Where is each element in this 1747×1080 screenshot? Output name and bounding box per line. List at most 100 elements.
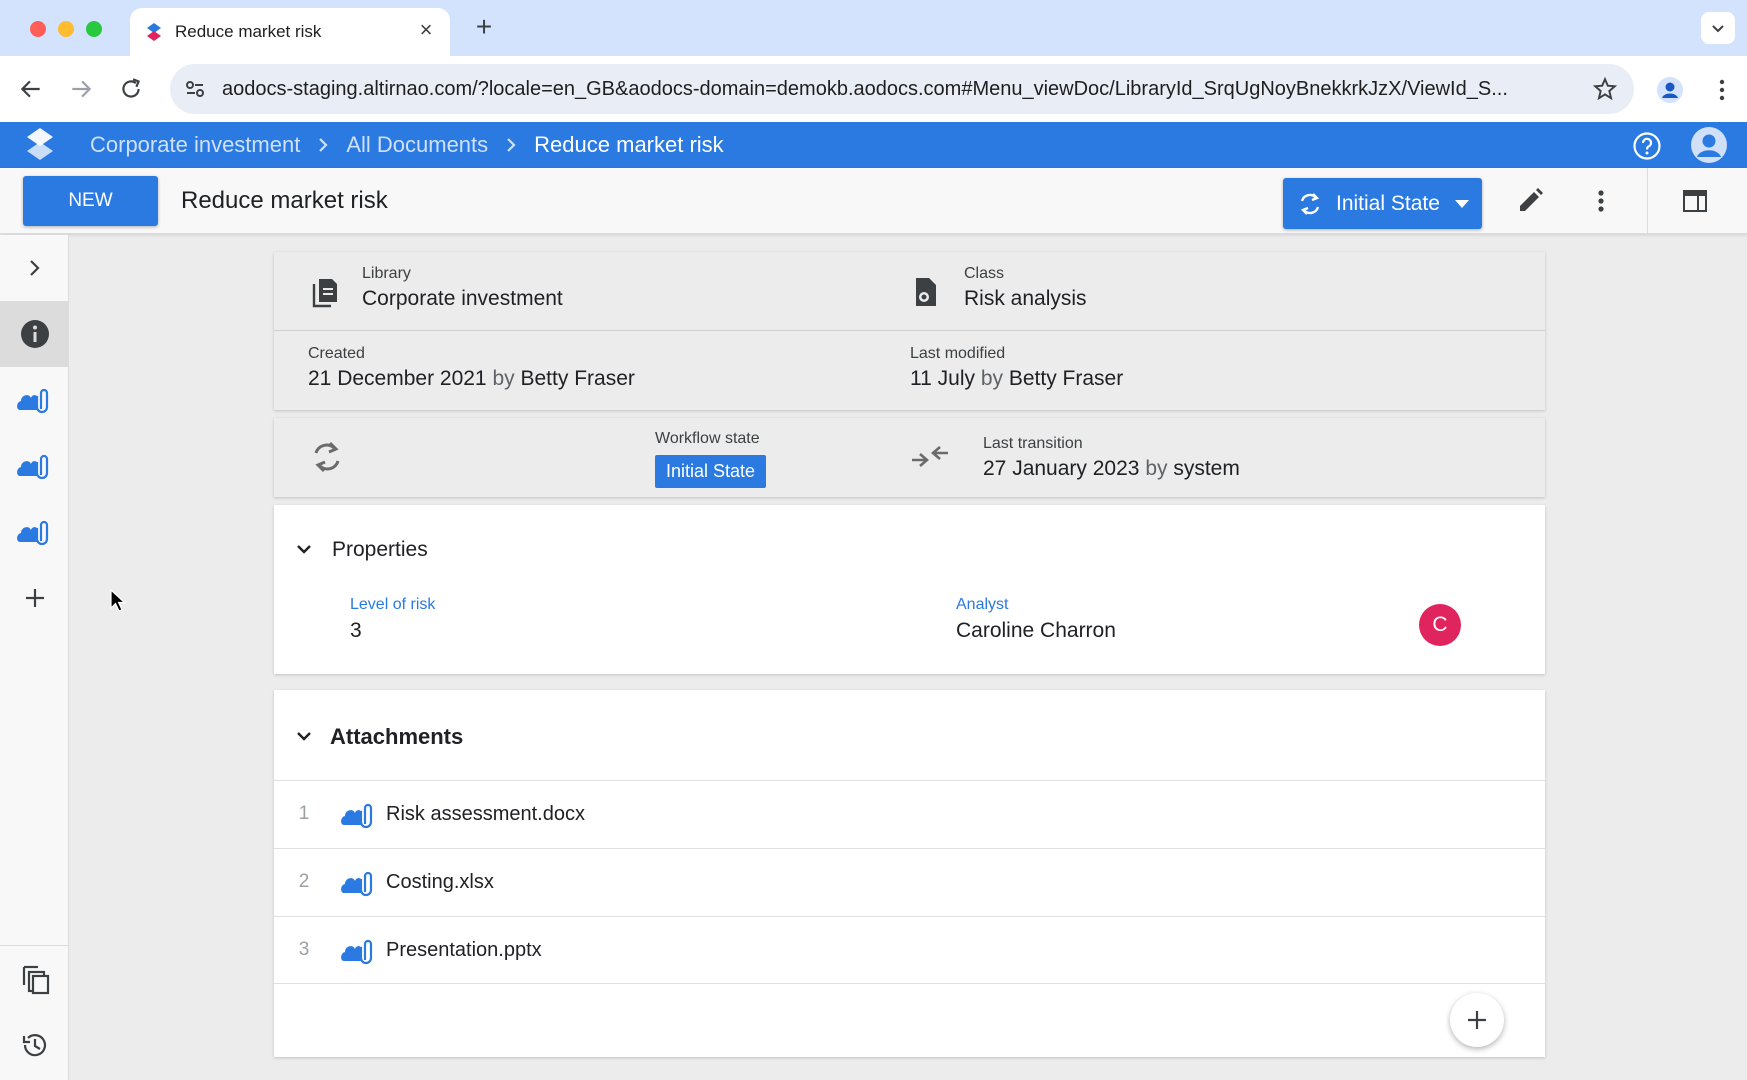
breadcrumb-library[interactable]: Corporate investment [90,132,300,158]
created-value: 21 December 2021 by Betty Fraser [308,367,635,391]
chevron-right-icon [496,122,526,168]
created-label: Created [308,345,365,362]
help-icon[interactable] [1632,131,1662,161]
transition-by: system [1173,457,1240,480]
modified-value: 11 July by Betty Fraser [910,367,1123,391]
layout-panel-icon[interactable] [1680,186,1710,216]
chevron-down-icon[interactable] [294,539,314,559]
class-icon [916,278,936,306]
window-minimize-button[interactable] [58,21,74,37]
window-maximize-button[interactable] [86,21,102,37]
history-button[interactable] [0,1012,69,1078]
properties-card: Properties Level of risk 3 Analyst Carol… [274,505,1545,674]
class-label: Class [964,265,1005,282]
caret-down-icon [1455,200,1469,208]
attachment-row[interactable]: 1 Risk assessment.docx [274,780,1545,848]
bookmark-star-icon[interactable] [1592,76,1618,102]
chevron-right-icon [29,260,40,276]
chevron-right-icon [308,122,338,168]
analyst-value: Caroline Charron [956,619,1116,642]
breadcrumb-document: Reduce market risk [534,132,724,157]
document-toolbar: NEW Reduce market risk Initial State [0,168,1747,234]
new-tab-icon[interactable]: + [470,13,498,42]
add-icon [25,589,44,607]
chevron-down-icon[interactable] [294,726,314,746]
properties-header[interactable]: Properties [274,505,1545,591]
aodocs-favicon-icon [147,23,161,41]
info-icon [20,320,49,348]
address-bar[interactable]: aodocs-staging.altirnao.com/?locale=en_G… [170,64,1634,114]
account-icon[interactable] [1690,126,1728,164]
workflow-state-button[interactable]: Initial State [1283,178,1482,229]
tab-title: Reduce market risk [175,22,322,41]
attachment-name[interactable]: Risk assessment.docx [386,803,585,826]
workflow-state-label: Workflow state [655,430,760,447]
attachment-name[interactable]: Presentation.pptx [386,939,542,962]
created-modified-row: Created 21 December 2021 by Betty Fraser… [274,331,1545,410]
reload-icon[interactable] [118,76,144,102]
workflow-state-chip: Initial State [655,455,767,488]
browser-tab[interactable]: Reduce market risk × [130,8,450,56]
attachment-shortcut-1[interactable] [0,367,69,433]
workflow-sync-icon [314,441,340,473]
level-of-risk-value: 3 [350,619,362,642]
breadcrumb-view[interactable]: All Documents [346,132,488,158]
back-icon[interactable] [18,76,44,102]
attachment-row[interactable]: 2 Costing.xlsx [274,848,1545,916]
attachments-title: Attachments [330,724,464,749]
created-date: 21 December 2021 [308,367,487,390]
transition-by-word: by [1145,457,1168,480]
edit-icon[interactable] [1515,186,1545,216]
attachment-row[interactable]: 3 Presentation.pptx [274,916,1545,984]
history-icon [22,1034,46,1057]
copy-icon [22,965,49,995]
cloud-attachment-icon [341,939,373,965]
library-value: Corporate investment [362,287,563,310]
forward-icon[interactable] [68,76,94,102]
window-close-button[interactable] [30,21,46,37]
info-button[interactable] [0,301,69,367]
library-class-row: Library Corporate investment Class Risk … [274,252,1545,331]
add-icon [1468,1011,1486,1029]
modified-by-word: by [980,367,1004,390]
chevron-down-icon [1712,25,1724,33]
more-vert-icon[interactable] [1586,186,1616,216]
app-header: Corporate investment All Documents Reduc… [0,122,1747,168]
modified-label: Last modified [910,345,1006,362]
toolbar-divider [1647,168,1648,234]
attachments-header[interactable]: Attachments [274,690,1545,776]
tab-search-button[interactable] [1701,12,1735,44]
add-button[interactable] [0,565,69,631]
add-attachment-button[interactable] [1450,993,1504,1047]
cloud-attachment-icon [16,520,48,546]
mouse-cursor-icon [110,589,126,612]
browser-tab-bar: Reduce market risk × + [0,0,1747,56]
cloud-attachment-icon [16,454,48,480]
class-value: Risk analysis [964,287,1087,310]
created-by-word: by [492,367,515,390]
expand-panel-button[interactable] [0,235,69,301]
profile-icon[interactable] [1656,76,1684,104]
attachment-shortcut-2[interactable] [0,433,69,499]
attachment-number: 2 [298,871,310,892]
new-button[interactable]: NEW [23,176,158,226]
modified-by: Betty Fraser [1008,367,1124,390]
transition-arrows-icon [912,446,948,467]
site-settings-icon[interactable] [184,78,206,100]
tab-close-icon[interactable]: × [414,18,438,42]
analyst-label: Analyst [956,596,1009,613]
attachment-name[interactable]: Costing.xlsx [386,871,494,894]
aodocs-logo-icon[interactable] [24,126,56,164]
document-info-card: Library Corporate investment Class Risk … [274,252,1545,410]
browser-toolbar: aodocs-staging.altirnao.com/?locale=en_G… [0,56,1747,122]
copy-button[interactable] [0,946,69,1012]
last-transition-label: Last transition [983,435,1083,452]
cloud-attachment-icon [341,803,373,829]
analyst-avatar[interactable]: C [1419,604,1461,646]
browser-menu-icon[interactable] [1712,76,1732,104]
transition-date: 27 January 2023 [983,457,1140,480]
cloud-attachment-icon [341,871,373,897]
attachments-card: Attachments 1 Risk assessment.docx 2 Cos… [274,690,1545,1057]
attachment-shortcut-3[interactable] [0,499,69,565]
workflow-state-label: Initial State [1336,192,1440,215]
